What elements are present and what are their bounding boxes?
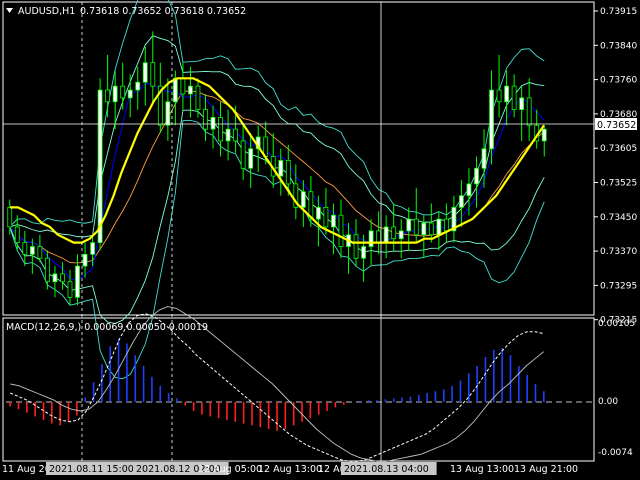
- candle-body: [481, 148, 487, 169]
- candle-body: [316, 206, 321, 220]
- candle-body: [511, 85, 517, 111]
- macd-tick-label: -0.0074: [598, 448, 633, 458]
- axes: 0.739150.738400.737600.736800.736050.735…: [2, 2, 637, 475]
- candle-body: [14, 226, 20, 243]
- price-tick-label: 0.73525: [600, 179, 637, 189]
- candle-body: [45, 257, 50, 283]
- macd-pane-frame: [2, 317, 595, 462]
- candle-body: [210, 117, 216, 130]
- candle-body: [75, 265, 80, 298]
- candle-body: [105, 89, 111, 103]
- time-axis-label: 13 Aug 21:00: [514, 464, 578, 475]
- time-axis-label: 13 Aug 13:00: [450, 464, 514, 475]
- macd-signal-line: [10, 313, 544, 462]
- candle-body: [285, 160, 291, 185]
- main-pane-frame: [2, 1, 595, 316]
- candle-body: [97, 89, 103, 243]
- time-axis-label: 2021.08.11 15:00: [49, 464, 134, 475]
- ohlc-label: 0.73618 0.73652 0.73618 0.73652: [80, 6, 246, 17]
- price-tick-label: 0.73370: [600, 247, 637, 257]
- candle-body: [398, 230, 404, 240]
- ma-fast-line: [9, 83, 545, 281]
- candle-body: [218, 117, 223, 142]
- price-tick-label: 0.73840: [600, 41, 637, 51]
- macd-label: MACD(12,26,9,) 0.00069 0.00050 0.00019: [6, 322, 208, 333]
- candle-body: [195, 85, 201, 111]
- candle-body: [142, 62, 148, 83]
- candle-body: [180, 77, 186, 95]
- current-price-label: 0.73652: [597, 120, 636, 131]
- time-axis-label: 12 Aug 05:00: [198, 464, 262, 475]
- time-axis-label: 12 Aug 13:00: [258, 464, 322, 475]
- bollinger-upper-inner: [9, 35, 545, 238]
- candle-body: [376, 230, 382, 243]
- candle-body: [428, 222, 434, 236]
- candle-body: [300, 191, 306, 208]
- candle-body: [519, 97, 525, 111]
- candle-body: [413, 218, 419, 236]
- chart-canvas[interactable]: 0.739150.738400.737600.736800.736050.735…: [0, 0, 640, 480]
- candle-body: [112, 85, 118, 103]
- price-tick-label: 0.73760: [600, 76, 637, 86]
- candle-body: [120, 85, 126, 99]
- candle-body: [406, 218, 412, 232]
- candle-body: [248, 148, 254, 169]
- candle-body: [338, 214, 344, 247]
- candle-body: [278, 160, 284, 177]
- price-tick-label: 0.73450: [600, 213, 637, 223]
- candle-body: [172, 77, 178, 103]
- candle-body: [361, 246, 366, 259]
- price-tick-label: 0.73295: [600, 281, 637, 291]
- price-tick-label: 0.73915: [600, 7, 637, 17]
- candle-body: [150, 62, 156, 87]
- candle-body: [436, 218, 442, 236]
- candle-body: [29, 246, 35, 255]
- candle-body: [7, 206, 13, 228]
- candle-body: [240, 140, 246, 169]
- candle-body: [489, 89, 494, 150]
- candle-body: [135, 81, 141, 91]
- candle-body: [67, 281, 73, 298]
- candle-body: [52, 273, 58, 283]
- candle-body: [466, 183, 472, 197]
- candle-body: [37, 246, 43, 259]
- candle-body: [421, 222, 427, 236]
- bollinger-lower-outer: [9, 119, 545, 380]
- candle-body: [459, 195, 464, 208]
- candle-body: [90, 242, 95, 255]
- candle-body: [331, 214, 336, 228]
- candle-body: [233, 128, 238, 142]
- candle-body: [443, 218, 449, 232]
- symbol-label: AUDUSD,H1: [18, 6, 75, 17]
- candle-body: [60, 273, 65, 283]
- ma-slow-line: [9, 77, 545, 244]
- candle-body: [526, 97, 532, 126]
- price-tick-label: 0.73605: [600, 144, 637, 154]
- candle-body: [203, 109, 208, 130]
- candle-body: [474, 167, 479, 185]
- candle-body: [22, 242, 28, 255]
- candle-body: [383, 226, 389, 243]
- candle-body: [82, 253, 88, 267]
- candle-body: [165, 101, 171, 126]
- bollinger-lower-inner: [9, 109, 545, 324]
- candle-body: [541, 128, 547, 142]
- candle-body: [225, 128, 231, 142]
- bollinger-upper-outer: [9, 0, 545, 228]
- candle-body: [127, 89, 133, 99]
- candle-body: [368, 230, 374, 247]
- macd-tick-label: 0.00105: [598, 319, 635, 329]
- triangle-down-icon: [6, 8, 13, 13]
- candle-body: [323, 206, 329, 228]
- candle-body: [188, 85, 193, 95]
- macd-tick-label: 0.00: [598, 397, 618, 407]
- time-axis-label: 2021.08.13 04:00: [344, 464, 429, 475]
- candle-body: [353, 234, 359, 259]
- candle-body: [496, 89, 502, 103]
- candle-body: [504, 85, 509, 103]
- candle-body: [391, 226, 397, 240]
